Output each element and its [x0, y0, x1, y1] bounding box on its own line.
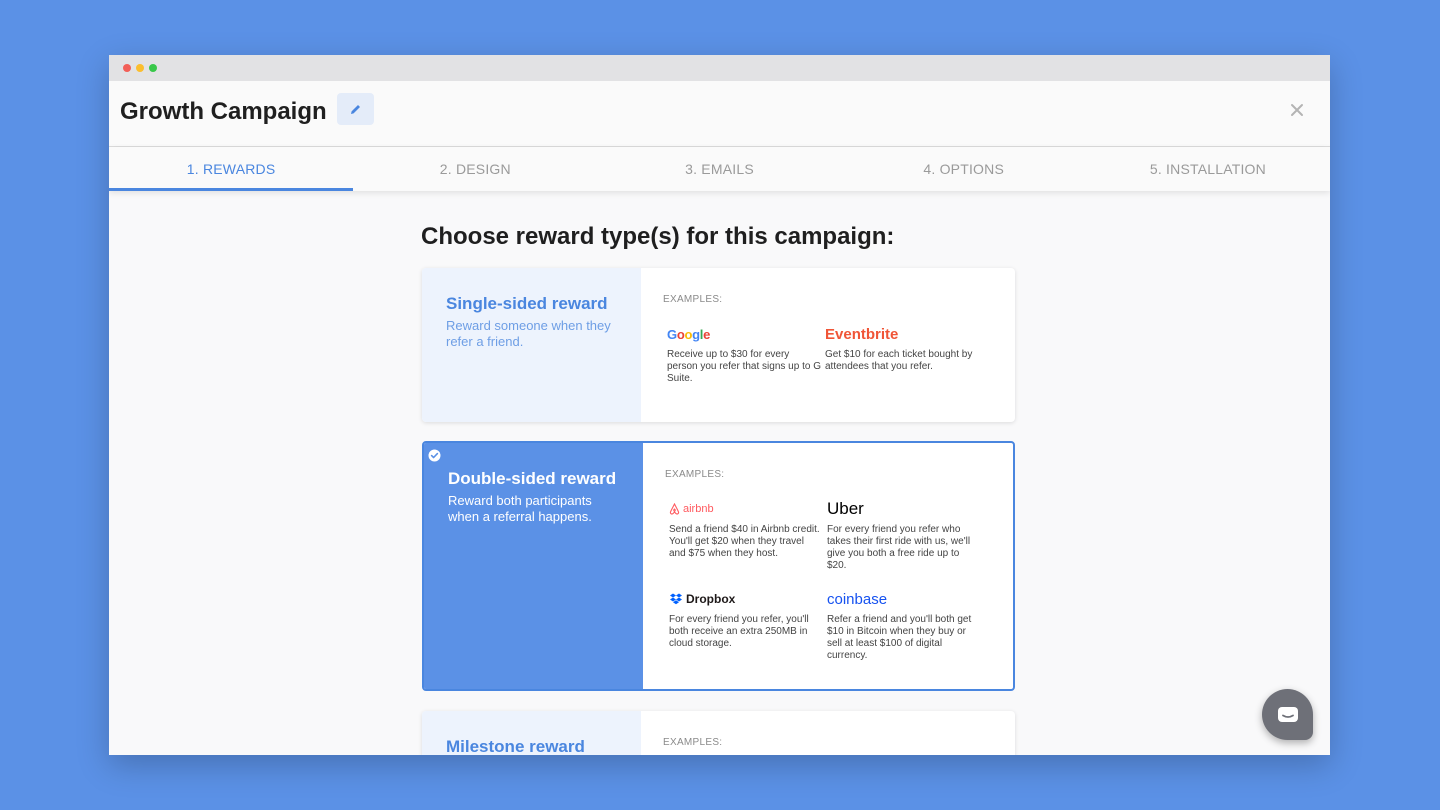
example-airbnb: airbnb Send a friend $40 in Airbnb credi… — [665, 498, 823, 572]
page-title: Choose reward type(s) for this campaign: — [421, 223, 895, 250]
check-circle-icon — [428, 449, 441, 462]
dropbox-logo: Dropbox — [669, 588, 823, 610]
tab-installation[interactable]: 5. INSTALLATION — [1086, 147, 1330, 191]
example-dropbox: Dropbox For every friend you refer, you'… — [665, 588, 823, 662]
example-text: For every friend you refer who takes the… — [827, 524, 971, 571]
dropbox-icon — [670, 593, 682, 605]
reward-card-examples: EXAMPLES: Google Receive up to $30 for e… — [641, 268, 1015, 422]
edit-title-button[interactable] — [337, 93, 374, 125]
tab-rewards[interactable]: 1. REWARDS — [109, 147, 354, 191]
airbnb-icon — [669, 503, 680, 515]
example-text: Get $10 for each ticket bought by attend… — [825, 349, 973, 372]
maximize-window-dot[interactable] — [149, 64, 157, 72]
eventbrite-logo: Eventbrite — [825, 325, 899, 343]
campaign-header: Growth Campaign — [109, 81, 1330, 147]
close-button[interactable] — [1290, 103, 1306, 119]
wizard-tabs: 1. REWARDS 2. DESIGN 3. EMAILS 4. OPTION… — [109, 147, 1330, 191]
dropbox-wordmark: Dropbox — [686, 592, 736, 606]
reward-card-title: Double-sided reward — [448, 469, 617, 488]
minimize-window-dot[interactable] — [136, 64, 144, 72]
reward-card-summary: Milestone reward — [422, 711, 641, 755]
tab-design[interactable]: 2. DESIGN — [353, 147, 597, 191]
window-titlebar — [109, 55, 1330, 81]
reward-card-title: Single-sided reward — [446, 294, 608, 313]
pencil-icon — [351, 104, 360, 114]
reward-card-double-sided[interactable]: Double-sided reward Reward both particip… — [422, 441, 1015, 691]
reward-card-examples: EXAMPLES: — [641, 711, 1015, 755]
reward-card-description: Reward both participants when a referral… — [448, 493, 592, 524]
airbnb-logo: airbnb — [669, 498, 823, 520]
example-google: Google Receive up to $30 for every perso… — [663, 323, 821, 385]
reward-card-summary: Double-sided reward Reward both particip… — [424, 443, 643, 689]
example-uber: Uber For every friend you refer who take… — [823, 498, 981, 572]
google-logo: Google — [667, 326, 711, 342]
example-text: Receive up to $30 for every person you r… — [667, 349, 821, 384]
tab-options[interactable]: 4. OPTIONS — [842, 147, 1086, 191]
campaign-title: Growth Campaign — [120, 98, 327, 125]
main-content: Choose reward type(s) for this campaign:… — [109, 191, 1330, 755]
reward-card-title: Milestone reward — [446, 737, 585, 755]
examples-label: EXAMPLES: — [663, 737, 723, 748]
reward-card-milestone[interactable]: Milestone reward EXAMPLES: — [422, 711, 1015, 755]
close-window-dot[interactable] — [123, 64, 131, 72]
example-text: For every friend you refer, you'll both … — [669, 614, 809, 649]
reward-card-single-sided[interactable]: Single-sided reward Reward someone when … — [422, 268, 1015, 422]
reward-card-summary: Single-sided reward Reward someone when … — [422, 268, 641, 422]
example-text: Send a friend $40 in Airbnb credit. You'… — [669, 524, 820, 559]
example-coinbase: coinbase Refer a friend and you'll both … — [823, 588, 981, 662]
airbnb-wordmark: airbnb — [683, 503, 714, 515]
coinbase-logo: coinbase — [827, 590, 888, 608]
chat-icon — [1277, 706, 1298, 722]
example-text: Refer a friend and you'll both get $10 i… — [827, 614, 972, 661]
reward-card-examples: EXAMPLES: airbnb Send a friend $40 in Ai… — [643, 443, 1013, 689]
examples-label: EXAMPLES: — [665, 469, 725, 480]
close-icon — [1291, 104, 1303, 116]
chat-widget-button[interactable] — [1262, 689, 1313, 740]
uber-logo: Uber — [827, 499, 864, 518]
reward-card-description: Reward someone when they refer a friend. — [446, 318, 611, 349]
tab-emails[interactable]: 3. EMAILS — [597, 147, 841, 191]
app-window: Growth Campaign 1. REWARDS 2. DESIGN 3. … — [109, 55, 1330, 755]
example-eventbrite: Eventbrite Get $10 for each ticket bough… — [821, 323, 979, 385]
examples-label: EXAMPLES: — [663, 294, 723, 305]
